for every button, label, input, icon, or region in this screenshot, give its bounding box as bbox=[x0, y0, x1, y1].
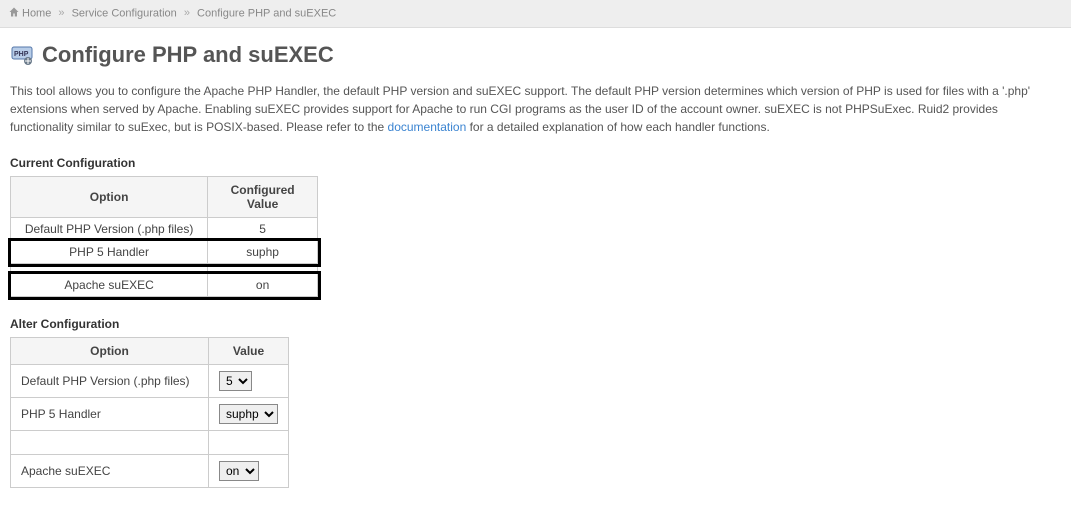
value-cell bbox=[209, 431, 289, 455]
table-row-highlighted: Apache suEXEC on bbox=[11, 274, 318, 297]
option-cell: PHP 5 Handler bbox=[11, 398, 209, 431]
option-cell bbox=[11, 264, 208, 274]
php-handler-select[interactable]: suphp bbox=[219, 404, 278, 424]
table-row: PHP 5 Handler suphp bbox=[11, 398, 289, 431]
table-header-option: Option bbox=[11, 177, 208, 218]
page-title: Configure PHP and suEXEC bbox=[42, 42, 334, 68]
current-configuration-heading: Current Configuration bbox=[10, 156, 1061, 170]
value-cell: 5 bbox=[209, 365, 289, 398]
table-row: Default PHP Version (.php files) 5 bbox=[11, 218, 318, 241]
alter-configuration-heading: Alter Configuration bbox=[10, 317, 1061, 331]
home-icon bbox=[8, 6, 20, 21]
current-configuration-table: Option Configured Value Default PHP Vers… bbox=[10, 176, 318, 297]
breadcrumb-service-config[interactable]: Service Configuration bbox=[72, 7, 177, 19]
value-cell: suphp bbox=[209, 398, 289, 431]
alter-configuration-table: Option Value Default PHP Version (.php f… bbox=[10, 337, 289, 488]
table-row: Default PHP Version (.php files) 5 bbox=[11, 365, 289, 398]
option-cell: PHP 5 Handler bbox=[11, 241, 208, 264]
description-text-post: for a detailed explanation of how each h… bbox=[466, 120, 770, 134]
breadcrumb-separator-icon: » bbox=[58, 7, 64, 19]
value-cell: on bbox=[209, 455, 289, 488]
option-cell bbox=[11, 431, 209, 455]
value-cell: 5 bbox=[208, 218, 318, 241]
breadcrumb-home[interactable]: Home bbox=[22, 7, 51, 19]
option-cell: Default PHP Version (.php files) bbox=[11, 365, 209, 398]
option-cell: Default PHP Version (.php files) bbox=[11, 218, 208, 241]
option-cell: Apache suEXEC bbox=[11, 274, 208, 297]
svg-text:PHP: PHP bbox=[14, 51, 29, 58]
breadcrumb-separator-icon: » bbox=[184, 7, 190, 19]
suexec-select[interactable]: on bbox=[219, 461, 259, 481]
php-version-select[interactable]: 5 bbox=[219, 371, 252, 391]
table-row-spacer bbox=[11, 264, 318, 274]
value-cell: on bbox=[208, 274, 318, 297]
table-header-value: Configured Value bbox=[208, 177, 318, 218]
breadcrumb-current: Configure PHP and suEXEC bbox=[197, 7, 336, 19]
table-header-option: Option bbox=[11, 338, 209, 365]
table-row-spacer bbox=[11, 431, 289, 455]
breadcrumb: Home » Service Configuration » Configure… bbox=[0, 0, 1071, 28]
php-icon: PHP bbox=[10, 43, 34, 67]
value-cell bbox=[208, 264, 318, 274]
option-cell: Apache suEXEC bbox=[11, 455, 209, 488]
documentation-link[interactable]: documentation bbox=[388, 120, 467, 134]
value-cell: suphp bbox=[208, 241, 318, 264]
page-description: This tool allows you to configure the Ap… bbox=[10, 82, 1061, 136]
table-header-value: Value bbox=[209, 338, 289, 365]
table-row: Apache suEXEC on bbox=[11, 455, 289, 488]
table-row-highlighted: PHP 5 Handler suphp bbox=[11, 241, 318, 264]
